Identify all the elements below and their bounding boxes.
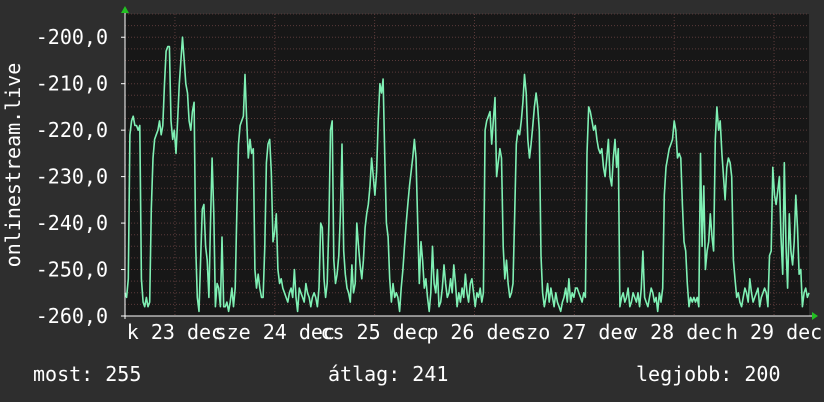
x-tick-label: h 29 dec [726, 320, 822, 344]
y-tick-label: -230,0 [36, 165, 108, 189]
x-tick-label: sze 24 dec [215, 320, 335, 344]
y-axis-ticks: -260,0 -250,0 -240,0 -230,0 -220,0 -210,0 -200… [36, 25, 125, 328]
y-tick-label: -240,0 [36, 211, 108, 235]
best-value-stat: legjobb: 200 [636, 362, 781, 386]
average-value-stat: átlag: 241 [328, 362, 449, 386]
y-axis-arrow-icon [121, 6, 129, 13]
current-value-stat: most: 255 [33, 362, 142, 386]
x-tick-label: cs 25 dec [320, 320, 428, 344]
chart-frame: -260,0 -250,0 -240,0 -230,0 -220,0 -210,0 -200… [1, 6, 822, 344]
y-tick-label: -200,0 [36, 25, 108, 49]
y-tick-label: -220,0 [36, 118, 108, 142]
y-tick-label: -210,0 [36, 72, 108, 96]
x-tick-label: v 28 dec [626, 320, 722, 344]
y-tick-label: -250,0 [36, 258, 108, 282]
y-axis-label: onlinestream.live [1, 63, 25, 268]
x-axis-ticks: k 23 decsze 24 deccs 25 decp 26 decszo 2… [127, 320, 822, 344]
x-axis-arrow-icon [812, 312, 818, 320]
x-tick-label: k 23 dec [127, 320, 223, 344]
y-tick-label: -260,0 [36, 304, 108, 328]
x-tick-label: p 26 dec [426, 320, 522, 344]
x-tick-label: szo 27 dec [514, 320, 634, 344]
